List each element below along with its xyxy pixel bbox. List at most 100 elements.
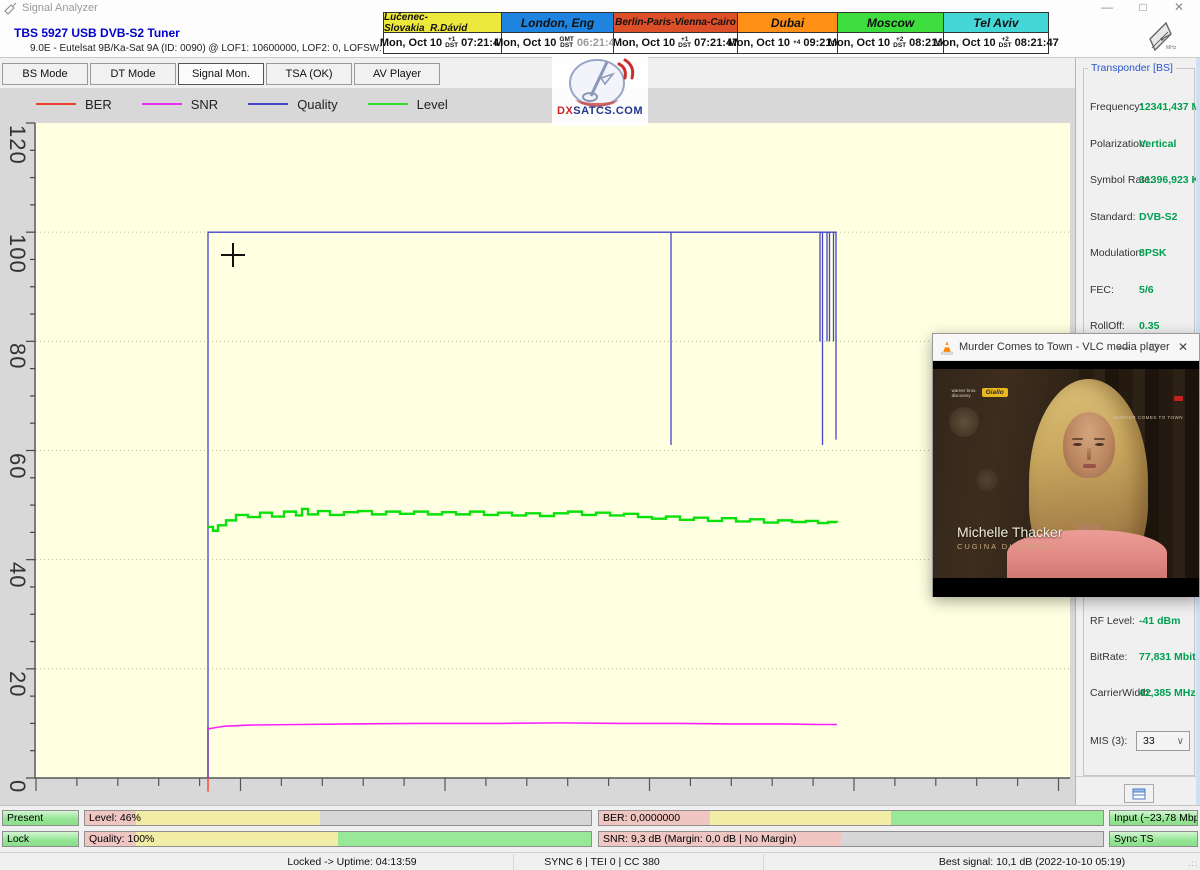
field-value: DVB-S2 (1139, 211, 1178, 223)
clock-1: London, EngMon, Oct 10GMTDST06:21:47 (502, 13, 614, 53)
vlc-close-button[interactable]: ✕ (1170, 339, 1196, 357)
clock-timezone: +1DST (678, 37, 691, 49)
clock-date: Mon, Oct 10 (380, 37, 442, 49)
resize-grip[interactable]: .:: (1188, 859, 1198, 868)
vlc-cone-icon (940, 340, 954, 355)
snr-meter: SNR: 9,3 dB (Margin: 0,0 dB | No Margin) (598, 831, 1104, 847)
field-polarization: Polarization:Vertical (1084, 138, 1196, 152)
quality-meter: Quality: 100% (84, 831, 592, 847)
status-uptime: Locked -> Uptime: 04:13:59 (287, 856, 416, 868)
clock-city-name: Dubai (738, 13, 837, 33)
clock-time-row: Mon, Oct 10GMTDST06:21:47 (502, 33, 613, 53)
red-badge-icon (1174, 396, 1183, 401)
face-eye (1073, 443, 1082, 446)
signal-chart[interactable] (0, 88, 1075, 805)
sidebar-separator (1076, 776, 1200, 777)
svg-text:MHz: MHz (1166, 45, 1177, 51)
y-axis-label-40: 40 (4, 562, 30, 588)
clock-timezone: +4 (793, 40, 800, 46)
satellite-dish-icon: MHz (1144, 19, 1178, 58)
field-value: 31396,923 KS/s (1139, 174, 1200, 186)
field-label: FEC: (1090, 284, 1114, 296)
video-brand-bar: warner bros.discovery Giallo (952, 388, 1008, 398)
meter-segment-green (338, 832, 591, 846)
vlc-window-title: Murder Comes to Town - VLC media player (959, 341, 1170, 353)
window-maximize-button[interactable]: □ (1128, 1, 1158, 15)
field-label: RF Level: (1090, 615, 1135, 627)
vlc-video-area[interactable]: warner bros.discovery Giallo MURDER COME… (933, 361, 1199, 597)
meter-segment-yellow (136, 811, 321, 825)
status-sync: SYNC 6 | TEI 0 | CC 380 (544, 856, 660, 868)
y-axis-label-60: 60 (4, 453, 30, 479)
video-frame: warner bros.discovery Giallo MURDER COME… (933, 369, 1199, 578)
clock-5: Tel AvivMon, Oct 10+2DST08:21:47 (944, 13, 1048, 53)
mis-dropdown[interactable]: 33 ∨ (1136, 731, 1190, 751)
tab-bs-mode[interactable]: BS Mode (2, 63, 88, 85)
window-title: Signal Analyzer (22, 2, 98, 14)
field-value: Vertical (1139, 138, 1176, 150)
status-separator (763, 854, 764, 870)
video-bokeh-light (976, 469, 998, 491)
meter-label: Input (~23,78 Mbps) (1114, 812, 1198, 824)
field-frequency: Frequency:12341,437 MHz (1084, 101, 1196, 115)
field-bitrate: BitRate:77,831 Mbit/s (1084, 651, 1196, 665)
status-separator (513, 854, 514, 870)
signal-chart-panel[interactable]: BERSNRQualityLevel 120100806040200 (0, 88, 1075, 805)
level-meter: Level: 46% (84, 810, 592, 826)
person-name: Michelle Thacker (957, 524, 1063, 540)
field-value: 12341,437 MHz (1139, 101, 1200, 113)
field-fec: FEC: 5/6 (1084, 284, 1196, 298)
field-label: BitRate: (1090, 651, 1127, 663)
clock-timezone: +2DST (999, 37, 1012, 49)
tz-dst: DST (893, 43, 906, 49)
video-show-mark: MURDER COMES TO TOWN (1113, 388, 1183, 424)
tab-dt-mode[interactable]: DT Mode (90, 63, 176, 85)
mis-label: MIS (3): (1090, 735, 1127, 747)
tab-signal-mon-[interactable]: Signal Mon. (178, 63, 264, 85)
face-brow (1072, 438, 1083, 440)
clock-2: Berlin-Paris-Vienna-Cairo Mon, Oct 10+1DS… (614, 13, 738, 53)
field-value: 5/6 (1139, 284, 1154, 296)
tz-dst: DST (560, 43, 573, 49)
vlc-minimize-button[interactable]: — (1111, 339, 1137, 357)
mis-selected-value: 33 (1143, 735, 1155, 747)
clock-city-name: London, Eng (502, 13, 613, 33)
field-standard: Standard:DVB-S2 (1084, 211, 1196, 225)
clock-city-name: Berlin-Paris-Vienna-Cairo (614, 13, 737, 33)
meter-label: Sync TS (1114, 833, 1154, 845)
vlc-titlebar[interactable]: Murder Comes to Town - VLC media player … (933, 334, 1199, 361)
y-axis-label-120: 120 (4, 125, 30, 165)
tab-av-player[interactable]: AV Player (354, 63, 440, 85)
statusbar: Locked -> Uptime: 04:13:59 SYNC 6 | TEI … (0, 852, 1200, 870)
window-minimize-button[interactable]: — (1092, 1, 1122, 15)
sync-ts-indicator: Sync TS (1109, 831, 1198, 847)
meter-segment-green (891, 811, 1103, 825)
field-label: RollOff: (1090, 320, 1125, 332)
clock-0: Lučenec-Slovakia_R.DávidMon, Oct 10+1DST… (384, 13, 502, 53)
clock-date: Mon, Oct 10 (494, 37, 556, 49)
meter-segment-gray (841, 832, 1103, 846)
face-nose (1087, 448, 1091, 460)
clock-timezone: GMTDST (559, 37, 573, 49)
window-close-button[interactable]: ✕ (1164, 1, 1194, 15)
meter-label: Lock (7, 833, 29, 845)
mode-tabbar: BS ModeDT ModeSignal Mon.TSA (OK)AV Play… (0, 58, 1075, 88)
tuner-title: TBS 5927 USB DVB-S2 Tuner (14, 26, 180, 40)
clock-date: Mon, Oct 10 (933, 37, 995, 49)
header-strip: TBS 5927 USB DVB-S2 Tuner 9.0E - Eutelsa… (0, 16, 1200, 58)
input-rate-indicator: Input (~23,78 Mbps) (1109, 810, 1198, 826)
clock-city-name: Lučenec-Slovakia_R.Dávid (384, 13, 501, 33)
vlc-maximize-button[interactable]: □ (1141, 339, 1167, 357)
present-indicator: Present (2, 810, 79, 826)
meter-label: BER: 0,0000000 (603, 812, 680, 824)
y-axis-label-80: 80 (4, 343, 30, 369)
export-table-button[interactable] (1124, 784, 1154, 803)
field-value: 42,385 MHz (1139, 687, 1196, 699)
tz-dst: DST (999, 43, 1012, 49)
field-value: 8PSK (1139, 247, 1166, 259)
field-rolloff: RollOff:0.35 (1084, 320, 1196, 334)
clock-date: Mon, Oct 10 (613, 37, 675, 49)
clock-date: Mon, Oct 10 (728, 37, 790, 49)
video-bokeh-light (949, 407, 979, 437)
tab-tsa-ok-[interactable]: TSA (OK) (266, 63, 352, 85)
